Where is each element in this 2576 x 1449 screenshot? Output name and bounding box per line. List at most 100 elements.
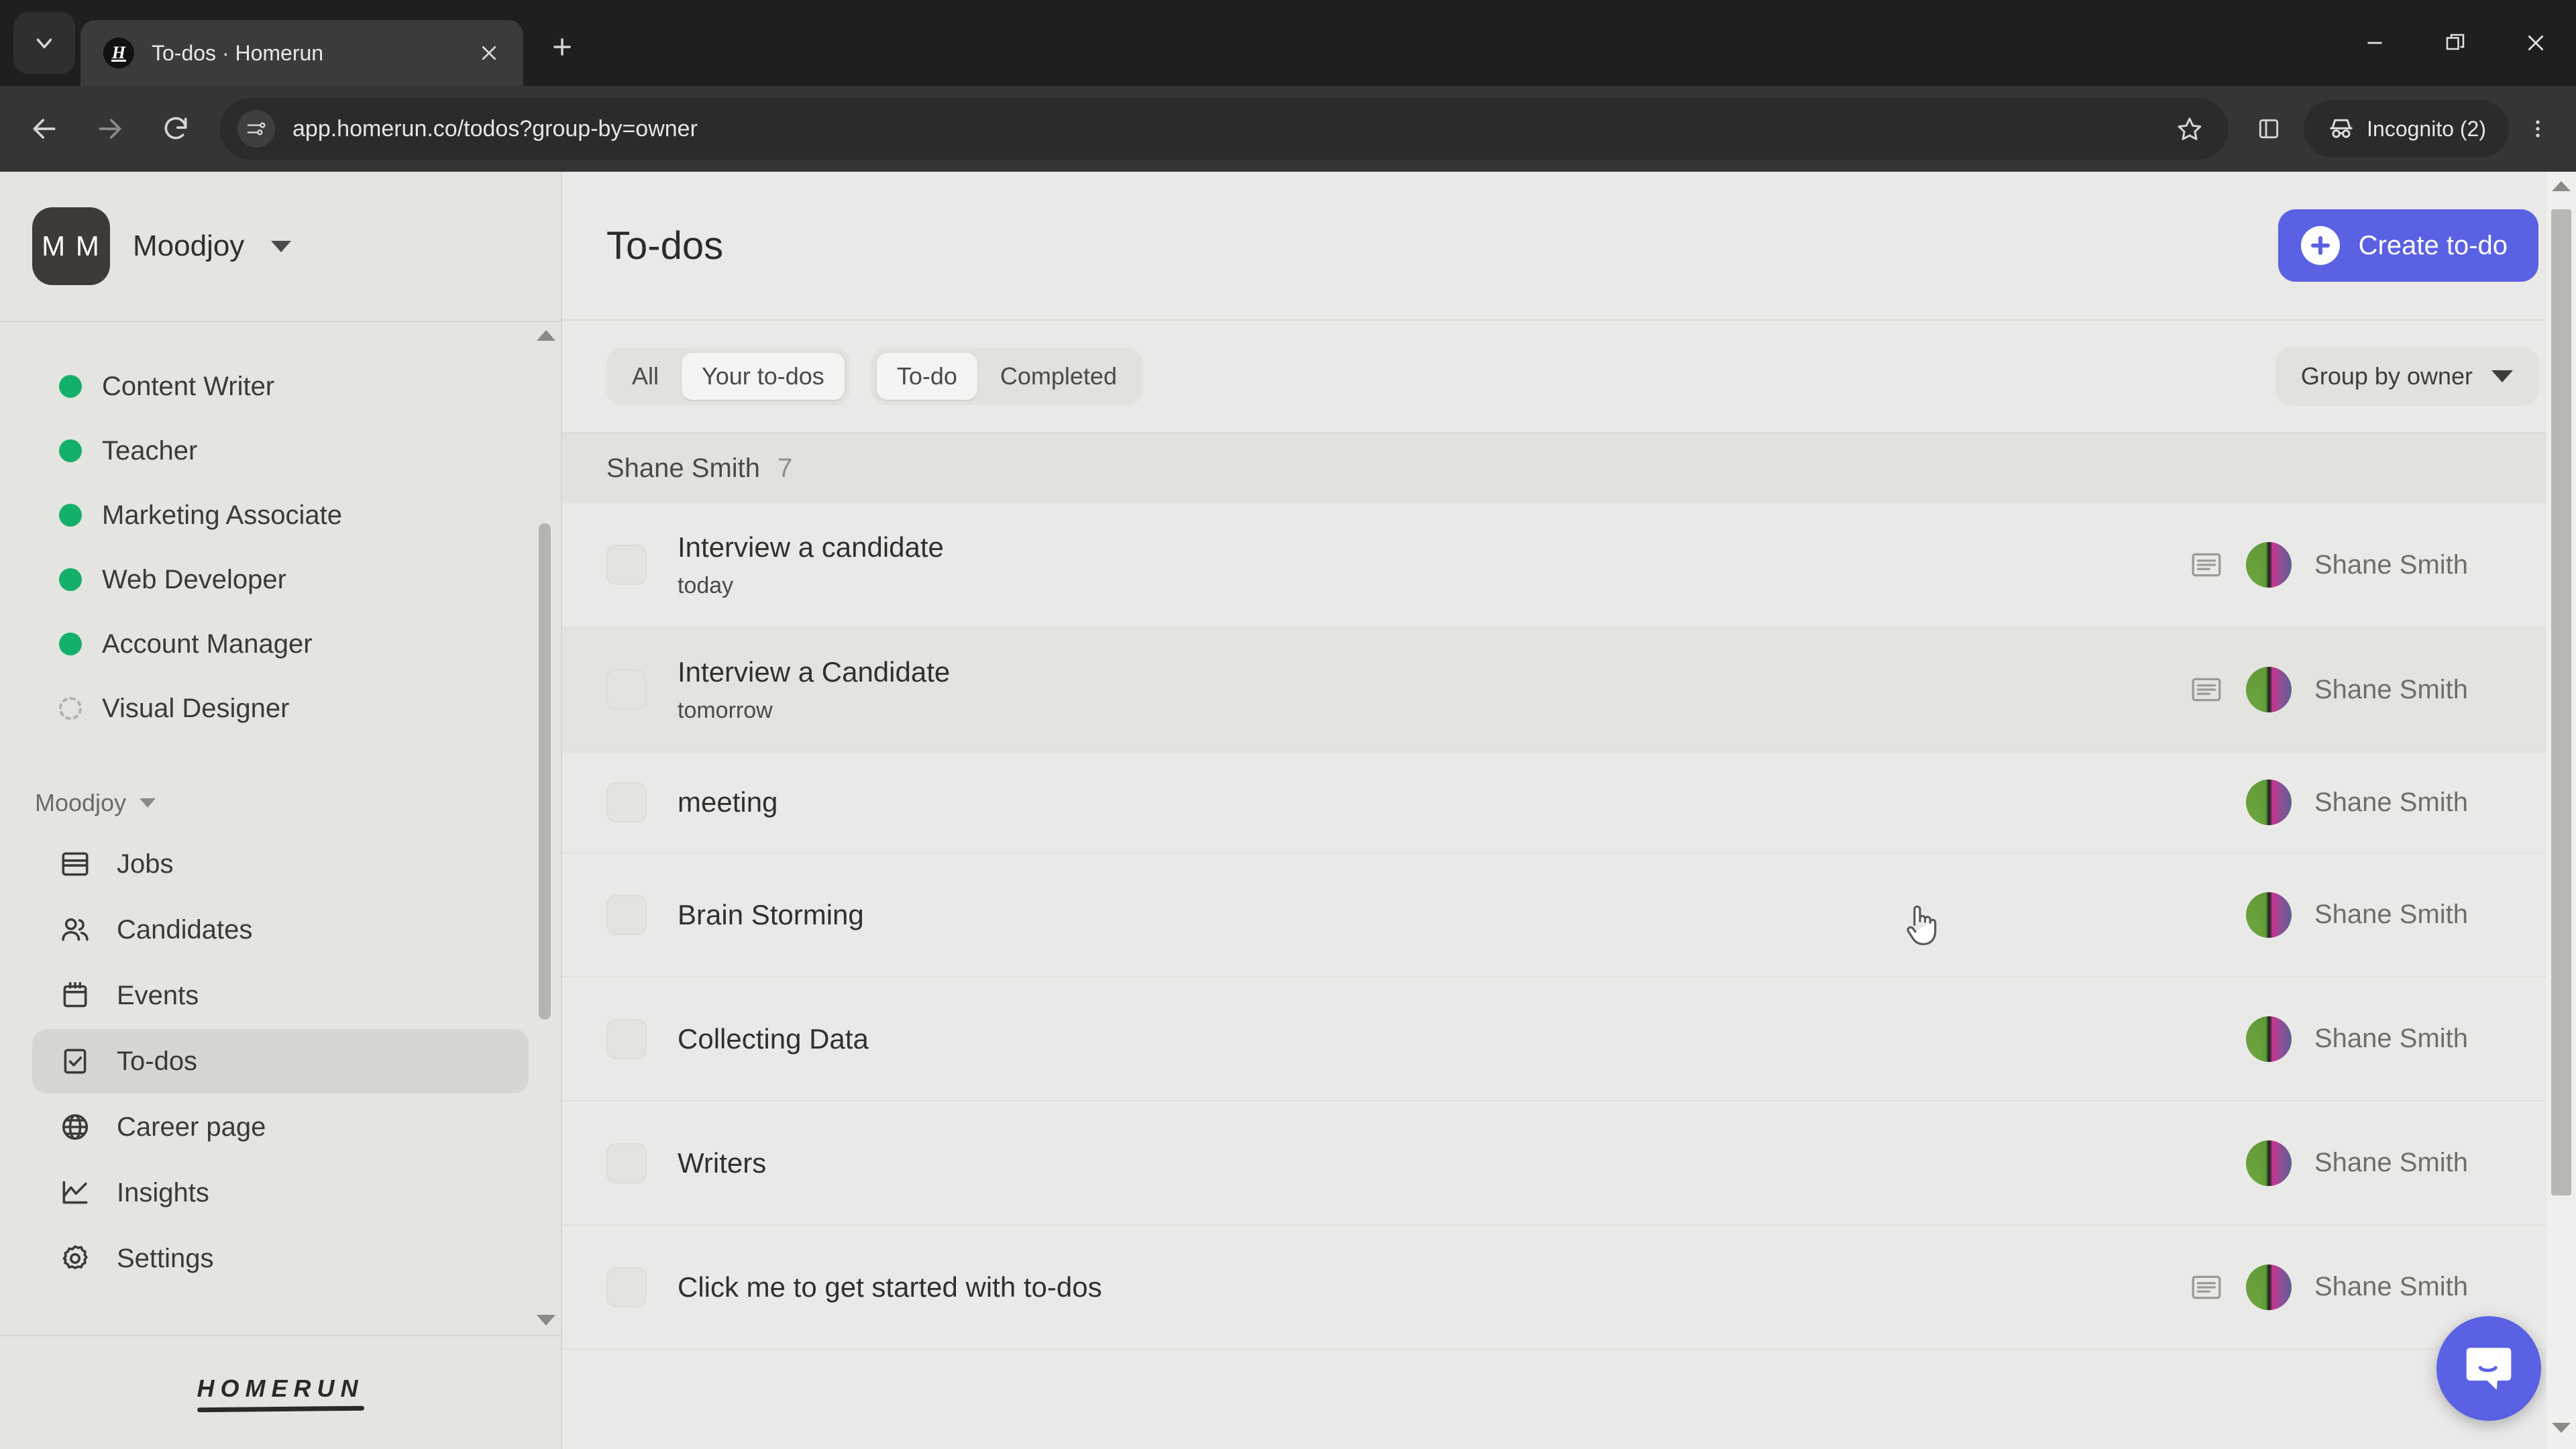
org-avatar: M M <box>32 207 110 285</box>
job-item-teacher[interactable]: Teacher <box>0 419 561 483</box>
group-count: 7 <box>777 453 793 483</box>
forward-button[interactable] <box>79 98 141 160</box>
back-button[interactable] <box>13 98 75 160</box>
todo-checkbox[interactable] <box>606 1018 647 1059</box>
close-window-button[interactable] <box>2496 0 2576 86</box>
bookmark-button[interactable] <box>2168 107 2211 150</box>
todo-row[interactable]: Collecting Data Shane Smith <box>562 977 2576 1102</box>
filter-todo[interactable]: To-do <box>876 353 977 400</box>
sidebar-item-candidates[interactable]: Candidates <box>32 898 529 962</box>
todo-row[interactable]: Click me to get started with to-dos Shan… <box>562 1226 2576 1350</box>
todo-row[interactable]: Writers Shane Smith <box>562 1102 2576 1226</box>
job-item-content-writer[interactable]: Content Writer <box>0 354 561 419</box>
todo-meta: Shane Smith <box>2190 667 2536 712</box>
sidebar-item-jobs[interactable]: Jobs <box>32 832 529 896</box>
status-dot-published <box>59 439 82 462</box>
new-tab-button[interactable] <box>538 23 586 71</box>
group-header: Shane Smith 7 <box>562 432 2576 503</box>
todo-checkbox[interactable] <box>606 894 647 935</box>
main-content: To-dos Create to-do All Your to-dos To-d… <box>562 172 2576 1449</box>
note-icon <box>2190 1273 2223 1302</box>
sidebar-item-settings[interactable]: Settings <box>32 1226 529 1291</box>
incognito-icon <box>2330 119 2353 138</box>
scroll-up-arrow-icon[interactable] <box>537 330 555 341</box>
browser-toolbar: app.homerun.co/todos?group-by=owner Inco… <box>0 86 2576 172</box>
sidebar-scrollbar[interactable] <box>537 322 555 1335</box>
todo-body: Writers <box>678 1147 2190 1179</box>
side-panel-button[interactable] <box>2242 102 2296 156</box>
calendar-icon <box>63 981 87 1008</box>
note-icon <box>2192 1275 2221 1299</box>
todo-row[interactable]: Interview a candidate today Shane Smith <box>562 503 2576 628</box>
group-by-dropdown[interactable]: Group by owner <box>2275 347 2538 406</box>
scroll-up-arrow-icon[interactable] <box>2552 181 2571 191</box>
create-todo-button[interactable]: Create to-do <box>2277 209 2538 282</box>
intercom-chat-button[interactable] <box>2436 1316 2541 1421</box>
avatar <box>2246 542 2292 588</box>
tab-search-button[interactable] <box>13 12 75 74</box>
scope-filter: All Your to-dos <box>606 347 850 405</box>
arrow-left-icon <box>33 119 56 139</box>
maximize-button[interactable] <box>2415 0 2496 86</box>
job-label: Content Writer <box>102 371 275 401</box>
todo-owner: Shane Smith <box>2314 1148 2469 1177</box>
todo-owner: Shane Smith <box>2314 900 2469 929</box>
todo-title: Writers <box>678 1146 767 1179</box>
todo-body: Collecting Data <box>678 1023 2190 1055</box>
todo-body: Brain Storming <box>678 899 2190 931</box>
job-item-marketing-associate[interactable]: Marketing Associate <box>0 483 561 547</box>
sidebar-item-insights[interactable]: Insights <box>32 1161 529 1225</box>
group-owner-name: Shane Smith <box>606 453 761 483</box>
sidebar-scroll-area: Content Writer Teacher Marketing Associa… <box>0 322 561 1335</box>
job-item-visual-designer[interactable]: Visual Designer <box>0 676 561 741</box>
status-dot-published <box>59 375 82 398</box>
todo-checkbox[interactable] <box>606 1142 647 1183</box>
sidebar-item-to-dos[interactable]: To-dos <box>32 1029 529 1093</box>
org-switcher[interactable]: M M Moodjoy <box>0 172 561 321</box>
minimize-button[interactable] <box>2334 0 2415 86</box>
todo-title: Interview a Candidate <box>678 655 951 688</box>
sidebar-scrollbar-thumb[interactable] <box>539 523 551 1020</box>
reload-button[interactable] <box>145 98 207 160</box>
todo-row[interactable]: Interview a Candidate tomorrow Shane Smi… <box>562 628 2576 753</box>
incognito-indicator[interactable]: Incognito (2) <box>2304 100 2509 158</box>
sidebar-item-career-page[interactable]: Career page <box>32 1095 529 1159</box>
page-scrollbar-thumb[interactable] <box>2551 209 2571 1195</box>
page-scrollbar[interactable] <box>2546 172 2576 1449</box>
sidebar-footer: HOMERUN <box>0 1335 561 1449</box>
sidebar-item-events[interactable]: Events <box>32 963 529 1028</box>
status-dot-draft <box>59 697 82 720</box>
job-item-web-developer[interactable]: Web Developer <box>0 547 561 612</box>
todo-row[interactable]: Brain Storming Shane Smith <box>562 853 2576 977</box>
tab-title: To-dos · Homerun <box>152 40 324 65</box>
note-placeholder <box>2190 1024 2223 1054</box>
address-bar[interactable]: app.homerun.co/todos?group-by=owner <box>220 98 2229 160</box>
filter-all[interactable]: All <box>612 353 679 400</box>
browser-tab[interactable]: H To-dos · Homerun <box>80 20 523 86</box>
scroll-down-arrow-icon[interactable] <box>537 1315 555 1326</box>
job-item-account-manager[interactable]: Account Manager <box>0 612 561 676</box>
todo-checkbox[interactable] <box>606 669 647 710</box>
tab-strip: H To-dos · Homerun <box>0 0 2576 86</box>
scroll-down-arrow-icon[interactable] <box>2552 1423 2571 1433</box>
tune-icon <box>247 122 266 136</box>
filter-your-todos[interactable]: Your to-dos <box>682 353 845 400</box>
create-todo-label: Create to-do <box>2358 230 2508 260</box>
site-settings-icon[interactable] <box>237 110 275 148</box>
sidebar-section-header[interactable]: Moodjoy <box>0 789 561 817</box>
todo-meta: Shane Smith <box>2190 780 2536 825</box>
todo-checkbox[interactable] <box>606 782 647 822</box>
todo-body: meeting <box>678 786 2190 818</box>
url-text: app.homerun.co/todos?group-by=owner <box>292 115 698 142</box>
todo-checkbox[interactable] <box>606 1267 647 1307</box>
filter-completed[interactable]: Completed <box>980 353 1137 400</box>
sidebar: M M Moodjoy Content Writer Teacher Marke… <box>0 172 562 1449</box>
todo-row[interactable]: meeting Shane Smith <box>562 753 2576 853</box>
gear-icon <box>62 1245 88 1269</box>
browser-menu-button[interactable] <box>2513 98 2563 160</box>
avatar <box>2246 1140 2292 1186</box>
tab-close-button[interactable] <box>474 38 504 68</box>
note-icon <box>2192 678 2221 702</box>
todo-checkbox[interactable] <box>606 545 647 585</box>
avatar <box>2246 1264 2292 1310</box>
